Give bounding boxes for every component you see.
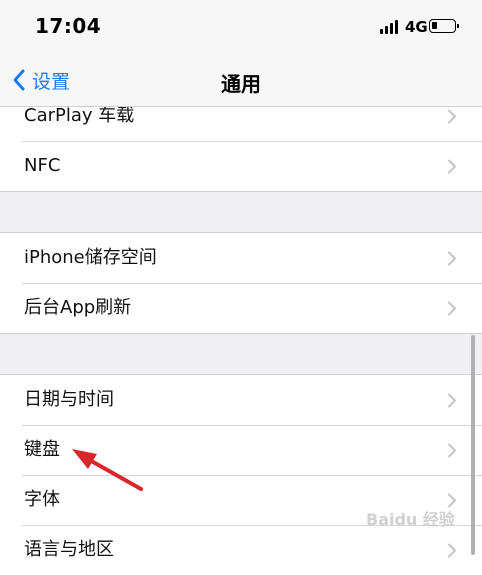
watermark: Baidu 经验 [366, 510, 455, 529]
annotation-arrow-icon [72, 449, 143, 491]
